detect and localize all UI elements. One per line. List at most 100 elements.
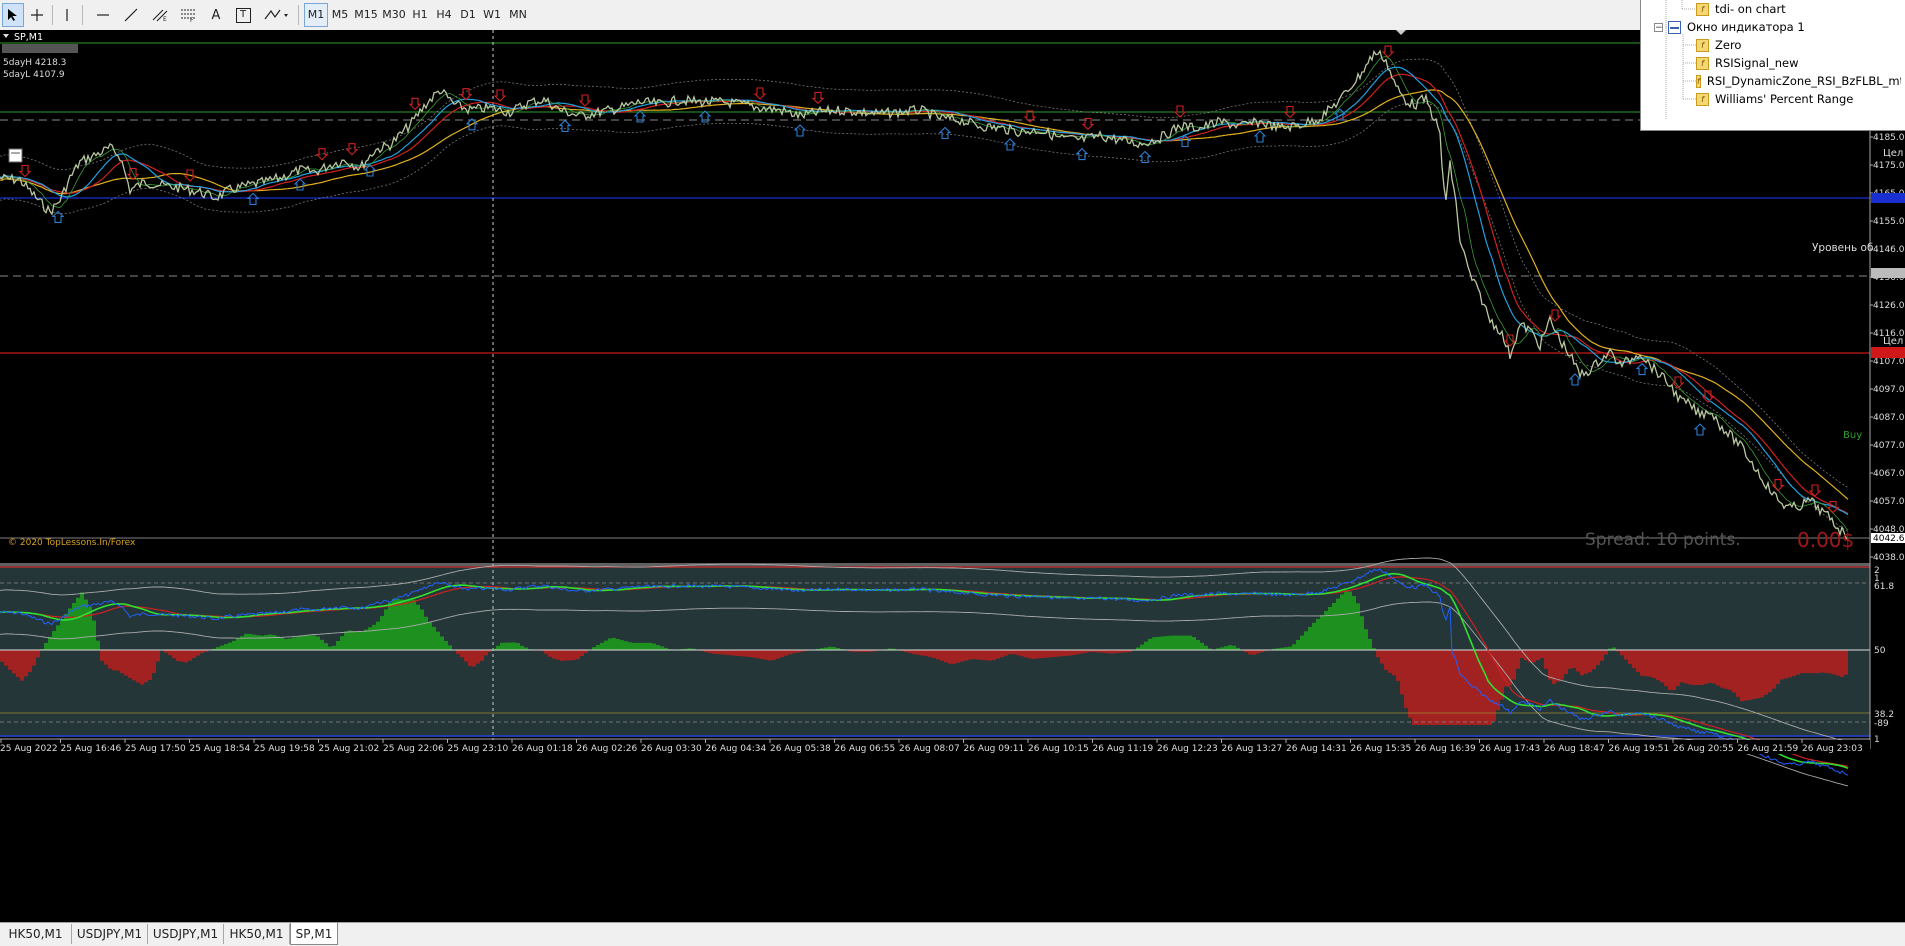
timeframe-h1-button[interactable]: H1 xyxy=(408,3,432,27)
nav-item-label: Zero xyxy=(1715,36,1741,54)
text-label-icon[interactable]: T xyxy=(232,3,254,27)
histogram-bar xyxy=(1448,650,1452,725)
histogram-bar xyxy=(1296,640,1300,650)
horizontal-line-icon[interactable] xyxy=(92,3,114,27)
histogram-bar xyxy=(616,639,620,650)
cursor-arrow-icon[interactable] xyxy=(2,3,24,27)
histogram-bar xyxy=(336,641,340,650)
histogram-bar xyxy=(440,637,444,651)
histogram-bar xyxy=(712,650,716,654)
histogram-bar xyxy=(1140,645,1144,650)
channels-icon[interactable]: E xyxy=(148,3,172,27)
chart-tab[interactable]: HK50,M1 xyxy=(0,924,72,944)
vertical-line-icon[interactable] xyxy=(56,3,78,27)
nav-item-rsi-dynamiczone[interactable]: f RSI_DynamicZone_RSI_BzFLBL_mtf_nmc xyxy=(1696,72,1901,90)
price-axis-label: 4155.0 xyxy=(1873,217,1905,227)
histogram-bar xyxy=(176,650,180,661)
level-label: Уровень об xyxy=(1812,242,1873,254)
chart-tab[interactable]: HK50,M1 xyxy=(224,924,290,944)
time-axis-label: 25 Aug 22:06 xyxy=(383,744,444,754)
time-axis-label: 26 Aug 10:15 xyxy=(1028,744,1089,754)
chart-tab[interactable]: SP,M1 xyxy=(290,923,338,945)
histogram-bar xyxy=(244,634,248,650)
toolbar: E F A T M1M5M15M30H1H4D1W1MN xyxy=(0,0,1905,31)
nav-item-indicator-window[interactable]: − Окно индикатора 1 xyxy=(1654,18,1805,36)
histogram-bar xyxy=(1496,650,1500,710)
histogram-bar xyxy=(1772,650,1776,689)
histogram-bar xyxy=(504,643,508,650)
chart-tab[interactable]: USDJPY,M1 xyxy=(72,924,148,944)
histogram-bar xyxy=(1536,650,1540,660)
nav-item-rsisignal[interactable]: f RSISignal_new xyxy=(1696,54,1799,72)
histogram-bar xyxy=(1556,650,1560,682)
chart-tab[interactable]: USDJPY,M1 xyxy=(148,924,224,944)
histogram-bar xyxy=(1740,650,1744,701)
histogram-bar xyxy=(324,643,328,650)
histogram-bar xyxy=(1048,650,1052,657)
histogram-bar xyxy=(1304,631,1308,650)
timeframe-m5-button[interactable]: M5 xyxy=(328,3,352,27)
histogram-bar xyxy=(632,643,636,650)
nav-item-zero[interactable]: f Zero xyxy=(1696,36,1741,54)
histogram-bar xyxy=(476,650,480,664)
histogram-bar xyxy=(1792,650,1796,676)
timeframe-m30-button[interactable]: M30 xyxy=(380,3,408,27)
histogram-bar xyxy=(432,627,436,650)
histogram-bar xyxy=(332,646,336,650)
histogram-bar xyxy=(940,650,944,661)
histogram-bar xyxy=(1060,650,1064,656)
histogram-bar xyxy=(1324,611,1328,650)
histogram-bar xyxy=(596,645,600,650)
histogram-bar xyxy=(1364,629,1368,650)
histogram-bar xyxy=(548,650,552,657)
trendline-icon[interactable] xyxy=(120,3,142,27)
fibonacci-icon[interactable]: F xyxy=(176,3,200,27)
histogram-bar xyxy=(716,650,720,654)
nav-item-williams-percent-range[interactable]: f Williams' Percent Range xyxy=(1696,90,1853,108)
indicator-icon: f xyxy=(1696,57,1709,70)
nav-item-label: tdi- on chart xyxy=(1715,0,1786,18)
crosshair-icon[interactable] xyxy=(26,3,48,27)
histogram-bar xyxy=(444,641,448,650)
time-axis-label: 26 Aug 21:59 xyxy=(1738,744,1799,754)
histogram-bar xyxy=(20,650,24,681)
histogram-bar xyxy=(232,641,236,650)
timeframe-m15-button[interactable]: M15 xyxy=(352,3,380,27)
timeframe-d1-button[interactable]: D1 xyxy=(456,3,480,27)
histogram-bar xyxy=(1376,650,1380,657)
histogram-bar xyxy=(1224,646,1228,650)
histogram-bar xyxy=(1004,650,1008,656)
navigator-panel: f tdi- on chart − Окно индикатора 1 f Ze… xyxy=(1640,0,1905,131)
timeframe-mn-button[interactable]: MN xyxy=(504,3,532,27)
histogram-bar xyxy=(936,650,940,659)
collapse-icon[interactable]: − xyxy=(1654,23,1663,32)
pane-separator[interactable] xyxy=(0,563,1870,566)
histogram-bar xyxy=(752,650,756,658)
histogram-bar xyxy=(1396,650,1400,681)
timeframe-h4-button[interactable]: H4 xyxy=(432,3,456,27)
histogram-bar xyxy=(296,637,300,650)
text-icon[interactable]: A xyxy=(206,3,226,27)
nav-item-tdi-on-chart[interactable]: f tdi- on chart xyxy=(1696,0,1786,18)
timeframe-w1-button[interactable]: W1 xyxy=(480,3,504,27)
histogram-bar xyxy=(1596,650,1600,665)
histogram-bar xyxy=(1368,639,1372,650)
timeframe-m1-button[interactable]: M1 xyxy=(304,3,328,27)
time-axis-label: 26 Aug 09:11 xyxy=(964,744,1025,754)
histogram-bar xyxy=(1400,650,1404,694)
price-chart[interactable]: 4185.04175.04165.04155.04146.04136.04126… xyxy=(0,30,1905,922)
histogram-bar xyxy=(1012,650,1016,654)
time-axis-label: 25 Aug 23:10 xyxy=(448,744,509,754)
chart-symbol-label: SP,M1 xyxy=(14,32,43,43)
chart-object-checkbox[interactable] xyxy=(9,149,22,162)
histogram-bar xyxy=(1828,650,1832,673)
histogram-bar xyxy=(628,642,632,650)
histogram-bar xyxy=(1032,650,1036,659)
histogram-bar xyxy=(1152,637,1156,650)
time-axis-label: 26 Aug 08:07 xyxy=(899,744,960,754)
time-axis-label: 25 Aug 17:50 xyxy=(125,744,186,754)
shapes-icon[interactable] xyxy=(262,3,292,27)
histogram-bar xyxy=(1584,650,1588,674)
histogram-bar xyxy=(1164,636,1168,650)
histogram-bar xyxy=(1028,650,1032,658)
